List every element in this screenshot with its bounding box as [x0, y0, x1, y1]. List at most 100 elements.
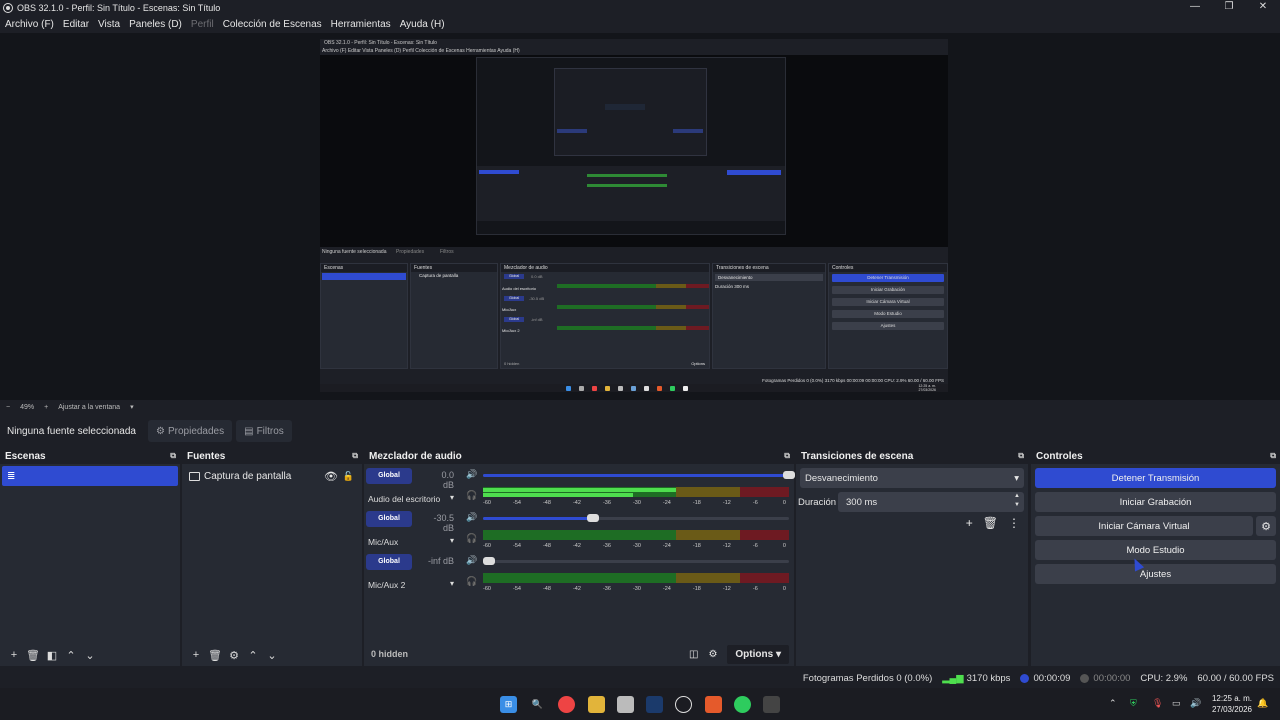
vcam-settings-gear-icon[interactable]: ⚙	[1256, 516, 1276, 536]
properties-button[interactable]: ⚙ Propiedades	[148, 420, 233, 442]
preview-canvas[interactable]: OBS 32.1.0 - Perfil: Sin Título - Escena…	[320, 39, 948, 392]
headphones-icon[interactable]: 🎧	[466, 490, 477, 501]
chevron-down-icon[interactable]: ▾	[450, 579, 454, 588]
obs-taskbar-icon[interactable]	[675, 696, 692, 713]
transition-select[interactable]: Desvanecimiento ▾	[800, 468, 1024, 488]
chevron-down-icon[interactable]: ▾	[450, 493, 454, 502]
volume-slider[interactable]	[483, 471, 795, 479]
advanced-audio-icon[interactable]: ⚙	[708, 649, 717, 660]
zoom-dropdown-icon[interactable]: ▾	[130, 403, 134, 411]
tick-label: -6	[752, 586, 758, 592]
steam-icon[interactable]	[646, 696, 663, 713]
menu-bar: Archivo (F) Editar Vista Paneles (D) Per…	[0, 15, 1280, 33]
menu-herramientas[interactable]: Herramientas	[331, 19, 391, 30]
source-toolbar: Ninguna fuente seleccionada ⚙ Propiedade…	[0, 419, 1280, 443]
zoom-out-button[interactable]: −	[6, 404, 10, 411]
shield-icon[interactable]: ⛨	[1130, 698, 1137, 709]
maximize-button[interactable]: ❐	[1212, 0, 1246, 15]
speaker-icon[interactable]: 🔊	[466, 555, 477, 566]
remove-scene-button[interactable]: 🗑	[24, 646, 42, 664]
source-properties-button[interactable]: ⚙	[225, 646, 243, 664]
mic-icon[interactable]: 🎙	[1152, 698, 1163, 709]
tick-label: -18	[692, 586, 701, 592]
duration-input[interactable]: 300 ms ▲ ▼	[838, 492, 1024, 512]
undock-icon[interactable]: ⧉	[1270, 451, 1276, 461]
move-source-down-button[interactable]: ⌄	[263, 646, 281, 664]
mixer-channel: Global -inf dB 🔊 🎧 Mic/Aux 2 ▾ -60 -54 -48 -42 -36…	[366, 554, 790, 594]
menu-coleccion-escenas[interactable]: Colección de Escenas	[223, 19, 322, 30]
start-recording-button[interactable]: Iniciar Grabación	[1035, 492, 1276, 512]
global-button[interactable]: Global	[366, 554, 412, 570]
move-source-up-button[interactable]: ⌃	[244, 646, 262, 664]
add-transition-button[interactable]: +	[966, 516, 973, 530]
menu-ayuda[interactable]: Ayuda (H)	[400, 19, 445, 30]
undock-icon[interactable]: ⧉	[1018, 451, 1024, 461]
move-scene-up-button[interactable]: ⌃	[62, 646, 80, 664]
monitor-icon	[189, 471, 200, 481]
mixer-channel: Global 0.0 dB 🔊 🎧 Audio del escritorio ▾ -60 -5…	[366, 468, 795, 508]
volume-slider-handle[interactable]	[483, 557, 495, 565]
volume-slider[interactable]	[483, 514, 789, 522]
volume-slider-fill	[483, 474, 789, 477]
menu-archivo[interactable]: Archivo (F)	[5, 19, 54, 30]
add-source-button[interactable]: +	[187, 646, 205, 664]
store-icon[interactable]	[617, 696, 634, 713]
spotify-icon[interactable]	[734, 696, 751, 713]
add-scene-button[interactable]: +	[5, 646, 23, 664]
scene-filters-button[interactable]: ◧	[43, 646, 61, 664]
search-icon[interactable]: 🔍	[529, 696, 546, 713]
zoom-level: 49%	[20, 403, 35, 411]
tick-label: -54	[512, 543, 521, 549]
start-virtual-camera-button[interactable]: Iniciar Cámara Virtual	[1035, 516, 1253, 536]
move-scene-down-button[interactable]: ⌄	[81, 646, 99, 664]
transition-menu-button[interactable]: ⋮	[1008, 516, 1020, 530]
menu-editar[interactable]: Editar	[63, 19, 89, 30]
studio-mode-button[interactable]: Modo Estudio	[1035, 540, 1276, 560]
remove-transition-button[interactable]: 🗑	[983, 516, 998, 530]
zoom-fit-label[interactable]: Ajustar a la ventana	[58, 404, 120, 411]
close-button[interactable]: ✕	[1246, 0, 1280, 15]
chevron-down-icon[interactable]: ▾	[450, 536, 454, 545]
file-explorer-icon[interactable]	[588, 696, 605, 713]
undock-icon[interactable]: ⧉	[784, 451, 790, 461]
volume-slider[interactable]	[483, 557, 789, 565]
source-item[interactable]: Captura de pantalla 👁 🔓	[184, 466, 360, 486]
menu-paneles[interactable]: Paneles (D)	[129, 19, 182, 30]
signal-icon: ▂▄▆	[942, 672, 964, 684]
volume-icon[interactable]: 🔊	[1190, 698, 1201, 709]
tick-label: -54	[512, 586, 521, 592]
layout-icon[interactable]: ◫	[689, 649, 698, 660]
menu-vista[interactable]: Vista	[98, 19, 120, 30]
undock-icon[interactable]: ⧉	[352, 451, 358, 461]
lock-icon[interactable]: 🔓	[343, 471, 354, 482]
hidden-count: 0 hidden	[371, 649, 409, 659]
volume-slider-handle[interactable]	[587, 514, 600, 522]
options-dropdown[interactable]: Options ▾	[727, 644, 789, 664]
headphones-icon[interactable]: 🎧	[466, 576, 477, 587]
volume-slider-handle[interactable]	[783, 471, 795, 479]
chrome-icon[interactable]	[558, 696, 575, 713]
filters-button[interactable]: ▤ Filtros	[236, 420, 292, 442]
zoom-in-button[interactable]: +	[44, 404, 48, 411]
app-icon[interactable]	[763, 696, 780, 713]
stop-stream-button[interactable]: Detener Transmisión	[1035, 468, 1276, 488]
speaker-icon[interactable]: 🔊	[466, 512, 477, 523]
start-menu-icon[interactable]: ⊞	[500, 696, 517, 713]
tray-chevron-icon[interactable]: ⌃	[1109, 698, 1117, 709]
notification-bell-icon[interactable]: 🔔	[1257, 698, 1268, 709]
global-button[interactable]: Global	[366, 511, 412, 527]
speaker-icon[interactable]: 🔊	[466, 469, 477, 480]
remove-source-button[interactable]: 🗑	[206, 646, 224, 664]
global-button[interactable]: Global	[366, 468, 412, 484]
preview-area[interactable]: OBS 32.1.0 - Perfil: Sin Título - Escena…	[0, 33, 1280, 400]
settings-button[interactable]: Ajustes	[1035, 564, 1276, 584]
undock-icon[interactable]: ⧉	[170, 451, 176, 461]
brave-icon[interactable]	[705, 696, 722, 713]
duration-stepper[interactable]: ▲ ▼	[1014, 492, 1020, 510]
scene-item[interactable]: ≣	[2, 466, 178, 486]
network-icon[interactable]: ▭	[1172, 698, 1181, 709]
clock[interactable]: 12:25 a. m. 27/03/2026	[1212, 693, 1252, 715]
headphones-icon[interactable]: 🎧	[466, 533, 477, 544]
minimize-button[interactable]: —	[1178, 0, 1212, 15]
eye-icon[interactable]: 👁	[324, 470, 338, 483]
